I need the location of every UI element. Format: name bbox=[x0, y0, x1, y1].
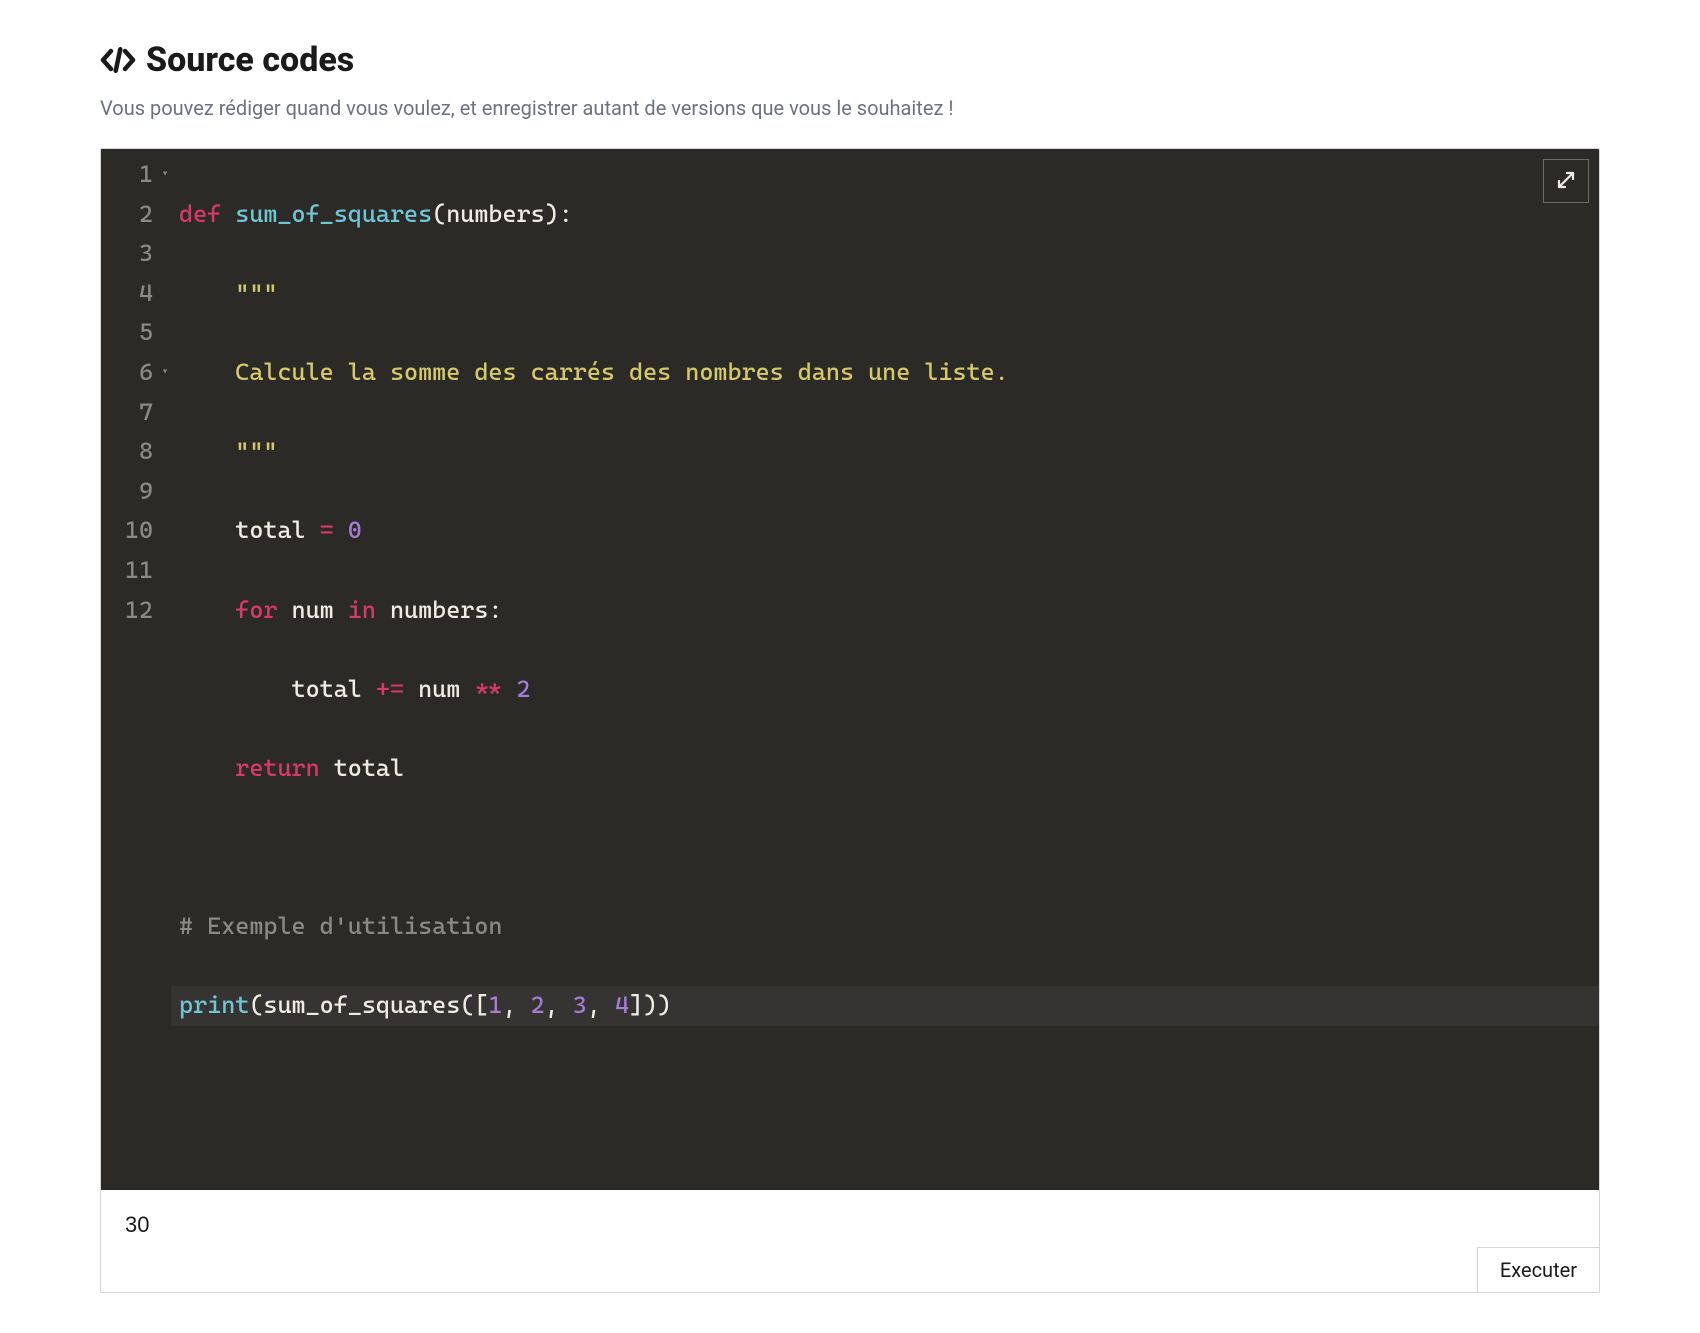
line-number: 2 bbox=[115, 195, 163, 235]
line-number: 10 bbox=[115, 511, 163, 551]
line-number: 6▾ bbox=[115, 353, 163, 393]
line-number: 1▾ bbox=[115, 155, 163, 195]
output-panel: 30 Executer bbox=[101, 1190, 1599, 1292]
execute-button[interactable]: Executer bbox=[1477, 1247, 1600, 1293]
expand-icon bbox=[1555, 169, 1577, 194]
line-number: 7 bbox=[115, 393, 163, 433]
panel-subtitle: Vous pouvez rédiger quand vous voulez, e… bbox=[100, 96, 1600, 120]
line-number: 5 bbox=[115, 313, 163, 353]
editor-container: 1▾23456▾789101112 def sum_of_squares(num… bbox=[100, 148, 1600, 1293]
line-number: 8 bbox=[115, 432, 163, 472]
line-number: 9 bbox=[115, 472, 163, 512]
code-content[interactable]: def sum_of_squares(numbers): """ Calcule… bbox=[171, 149, 1599, 1190]
line-number-gutter: 1▾23456▾789101112 bbox=[101, 149, 171, 1190]
line-number: 11 bbox=[115, 551, 163, 591]
line-number: 4 bbox=[115, 274, 163, 314]
fold-marker-icon[interactable]: ▾ bbox=[162, 365, 168, 382]
fold-marker-icon[interactable]: ▾ bbox=[162, 167, 168, 184]
page-title: Source codes bbox=[146, 40, 354, 80]
code-icon bbox=[100, 45, 136, 75]
code-editor[interactable]: 1▾23456▾789101112 def sum_of_squares(num… bbox=[101, 149, 1599, 1190]
line-number: 3 bbox=[115, 234, 163, 274]
output-value: 30 bbox=[125, 1212, 1575, 1238]
panel-header: Source codes bbox=[100, 40, 1600, 80]
expand-button[interactable] bbox=[1543, 159, 1589, 203]
line-number: 12 bbox=[115, 591, 163, 631]
